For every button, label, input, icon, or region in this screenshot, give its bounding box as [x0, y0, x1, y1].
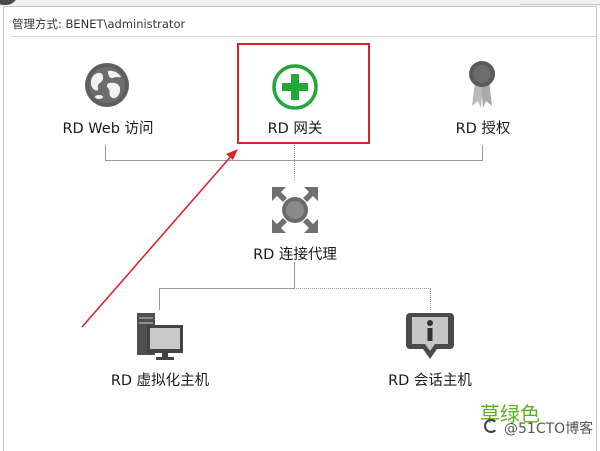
watermark-site: @51CTO博客 [504, 421, 594, 437]
annotation-arrow [81, 149, 238, 328]
watermark-logo-icon [484, 419, 498, 433]
